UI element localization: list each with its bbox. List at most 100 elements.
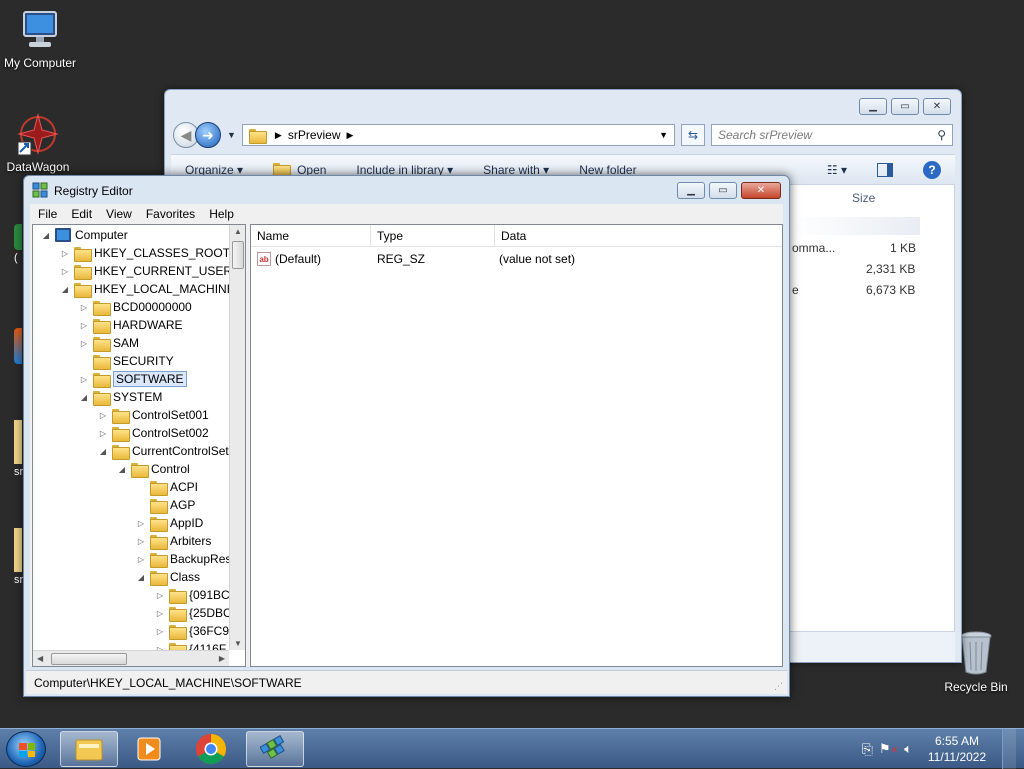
tree-node[interactable]: ▷ {25DBC [155,604,229,622]
maximize-button[interactable]: ▭ [709,182,737,199]
collapse-arrow-icon[interactable]: ◢ [98,447,108,456]
collapse-arrow-icon[interactable]: ◢ [79,393,89,402]
tree-node[interactable]: ◢ SYSTEM [79,388,162,406]
volume-icon[interactable]: 🔈︎ [904,741,912,757]
tree-node[interactable]: ▷ {091BC [155,586,229,604]
desktop-icon-my-computer[interactable]: My Computer [0,10,80,70]
action-center-icon[interactable]: ⚑✕ [879,741,898,757]
tree-node[interactable]: ▷ BackupRes [136,550,229,568]
tree-node[interactable]: ◢ CurrentControlSet [98,442,229,460]
tree-vertical-scrollbar[interactable]: ▲ ▼ [229,225,245,650]
value-row[interactable]: ab (Default) REG_SZ (value not set) [251,249,782,269]
scroll-thumb[interactable] [51,653,127,665]
tree-node[interactable]: ▷ AppID [136,514,203,532]
tree-node[interactable]: ▷ {36FC9I [155,622,229,640]
search-icon[interactable]: ⚲ [937,128,946,142]
taskbar-registry-editor[interactable] [246,731,304,767]
tree-node[interactable]: ▷ HKEY_CURRENT_USER [60,262,229,280]
values-list[interactable]: Name Type Data ab (Default) REG_SZ (valu… [250,224,783,667]
expand-arrow-icon[interactable]: ▷ [136,519,146,528]
menu-view[interactable]: View [106,207,132,221]
tree-node[interactable]: ◢ Computer [41,226,128,244]
clock[interactable]: 6:55 AM 11/11/2022 [918,733,996,765]
registry-tree[interactable]: ◢ Computer ▷ HKEY_CLASSES_ROOT ▷ HKEY_CURRENT… [32,224,246,667]
scroll-thumb[interactable] [232,241,244,269]
expand-arrow-icon[interactable]: ▷ [79,303,89,312]
tree-node[interactable]: ◢ Class [136,568,200,586]
close-button[interactable]: ✕ [923,98,951,115]
scroll-left-icon[interactable]: ◀ [37,654,43,663]
tree-node[interactable]: ACPI [136,478,198,496]
help-icon[interactable]: ? [923,160,941,179]
tree-node[interactable]: AGP [136,496,195,514]
network-icon[interactable]: ⎘ [862,741,873,758]
expand-arrow-icon[interactable]: ▷ [60,249,70,258]
maximize-button[interactable]: ▭ [891,98,919,115]
tree-node[interactable]: ▷ HKEY_CLASSES_ROOT [60,244,229,262]
tree-node[interactable]: ▷ ControlSet002 [98,424,209,442]
close-button[interactable]: ✕ [741,182,781,199]
search-input[interactable]: Search srPreview [718,128,937,142]
taskbar-media-player[interactable] [120,731,178,767]
tree-node[interactable]: SECURITY [79,352,174,370]
breadcrumb-chevron-icon[interactable]: ▶ [275,130,282,141]
expand-arrow-icon[interactable]: ▷ [155,591,165,600]
column-header-type[interactable]: Type [371,225,495,247]
expand-arrow-icon[interactable]: ▷ [98,411,108,420]
tree-node[interactable]: ▷ SAM [79,334,139,352]
resize-grip-icon[interactable]: ⋰ [774,681,783,692]
menu-edit[interactable]: Edit [71,207,92,221]
tree-node[interactable]: ▷ ControlSet001 [98,406,209,424]
scroll-up-icon[interactable]: ▲ [234,227,242,236]
column-header-data[interactable]: Data [495,225,782,247]
taskbar-chrome[interactable] [182,731,240,767]
tree-node[interactable]: ▷ Arbiters [136,532,211,550]
address-dropdown-icon[interactable]: ▼ [659,130,668,140]
collapse-arrow-icon[interactable]: ◢ [117,465,127,474]
minimize-button[interactable]: ▁ [677,182,705,199]
address-bar[interactable]: ▶ srPreview ▶ ▼ [241,124,675,146]
breadcrumb-chevron-icon[interactable]: ▶ [347,130,354,141]
expand-arrow-icon[interactable]: ▷ [136,555,146,564]
tree-node[interactable]: ◢ HKEY_LOCAL_MACHINE [60,280,229,298]
collapse-arrow-icon[interactable]: ◢ [60,285,70,294]
expand-arrow-icon[interactable]: ▷ [155,627,165,636]
recent-pages-dropdown-icon[interactable]: ▼ [227,130,236,140]
collapse-arrow-icon[interactable]: ◢ [136,573,146,582]
expand-arrow-icon[interactable]: ▷ [79,321,89,330]
tree-horizontal-scrollbar[interactable]: ◀ ▶ [33,650,229,666]
tree-node[interactable]: ▷ SOFTWARE [79,370,187,388]
forward-button[interactable]: ➜ [195,122,221,148]
column-header-name[interactable]: Name [251,225,371,247]
expand-arrow-icon[interactable]: ▷ [98,429,108,438]
view-options-icon[interactable]: ☷ ▾ [827,163,847,177]
expand-arrow-icon[interactable]: ▷ [60,267,70,276]
menu-file[interactable]: File [38,207,57,221]
show-desktop-button[interactable] [1002,729,1016,769]
minimize-button[interactable]: ▁ [859,98,887,115]
taskbar-explorer[interactable] [60,731,118,767]
expand-arrow-icon[interactable]: ▷ [136,537,146,546]
search-box[interactable]: Search srPreview ⚲ [711,124,953,146]
tree-node[interactable]: ▷ BCD00000000 [79,298,192,316]
preview-pane-icon[interactable] [877,162,893,177]
folder-icon [93,390,111,406]
menu-favorites[interactable]: Favorites [146,207,195,221]
scroll-right-icon[interactable]: ▶ [219,654,225,663]
desktop-icon-datawagon[interactable]: DataWagon [0,112,78,174]
refresh-button[interactable]: ⇆ [681,124,705,146]
expand-arrow-icon[interactable]: ▷ [155,609,165,618]
tree-node[interactable]: ▷ HARDWARE [79,316,183,334]
collapse-arrow-icon[interactable]: ◢ [41,231,51,240]
tree-node[interactable]: ◢ Control [117,460,190,478]
tree-node-label: AppID [170,516,204,530]
scroll-down-icon[interactable]: ▼ [234,639,242,648]
breadcrumb-srpreview[interactable]: srPreview [288,128,341,142]
tree-node[interactable]: ▷ {4116F [155,640,226,650]
expand-arrow-icon[interactable]: ▷ [79,375,89,384]
start-button[interactable] [6,731,46,767]
expand-arrow-icon[interactable]: ▷ [79,339,89,348]
menu-help[interactable]: Help [209,207,234,221]
size-column-header[interactable]: Size [852,191,875,205]
title-bar[interactable]: Registry Editor [24,176,789,206]
